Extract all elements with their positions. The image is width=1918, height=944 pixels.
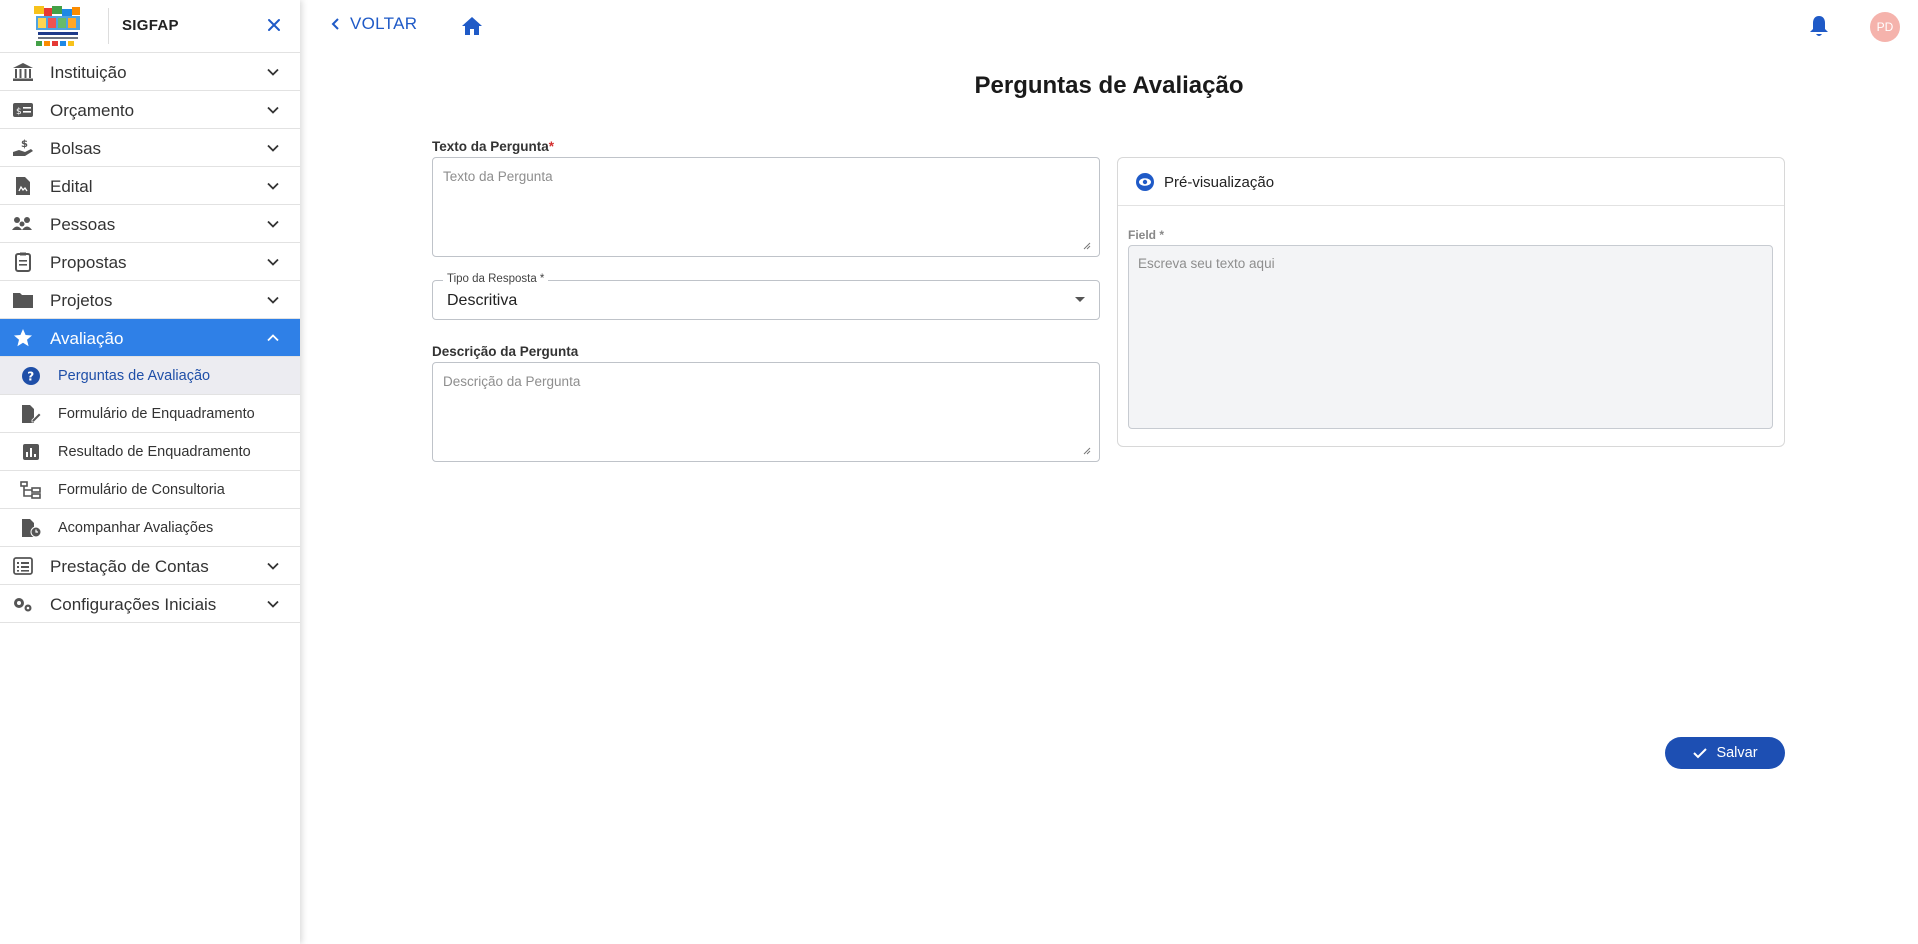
answer-type-label: Tipo da Resposta * bbox=[443, 273, 549, 285]
sidebar-item-propostas[interactable]: Propostas bbox=[0, 243, 300, 281]
svg-text:$: $ bbox=[21, 139, 28, 150]
proposal-icon bbox=[12, 252, 34, 272]
list-icon bbox=[12, 556, 34, 576]
sidebar-subitem-label: Acompanhar Avaliações bbox=[58, 520, 214, 536]
sidebar-item-bolsas[interactable]: $ Bolsas bbox=[0, 129, 300, 167]
scholarship-icon: $ bbox=[12, 138, 34, 158]
required-mark: * bbox=[548, 139, 555, 154]
sidebar-item-instituicao[interactable]: Instituição bbox=[0, 53, 300, 91]
folder-icon bbox=[12, 290, 34, 310]
sidebar-item-projetos[interactable]: Projetos bbox=[0, 281, 300, 319]
sidebar-item-avaliacao[interactable]: Avaliação bbox=[0, 319, 300, 357]
sidebar-subitem-formulario-enquadramento[interactable]: Formulário de Enquadramento bbox=[0, 395, 300, 433]
chevron-down-icon bbox=[267, 220, 279, 228]
sidebar-item-label: Bolsas bbox=[50, 139, 102, 158]
chevron-left-icon bbox=[331, 18, 339, 30]
sidebar-subitem-formulario-consultoria[interactable]: Formulário de Consultoria bbox=[0, 471, 300, 509]
bar-chart-icon bbox=[20, 442, 42, 462]
question-description-placeholder: Descrição da Pergunta bbox=[443, 374, 581, 389]
question-text-label: Texto da Pergunta* bbox=[432, 139, 554, 154]
chevron-down-icon bbox=[267, 258, 279, 266]
sidebar-item-orcamento[interactable]: $ Orçamento bbox=[0, 91, 300, 129]
sidebar-item-pessoas[interactable]: Pessoas bbox=[0, 205, 300, 243]
budget-icon: $ bbox=[12, 100, 34, 120]
question-description-input[interactable]: Descrição da Pergunta bbox=[432, 362, 1100, 462]
page-title: Perguntas de Avaliação bbox=[974, 72, 1244, 99]
gears-icon bbox=[12, 594, 34, 614]
chevron-down-icon bbox=[267, 182, 279, 190]
chevron-down-icon bbox=[267, 106, 279, 114]
file-edit-icon bbox=[20, 404, 42, 424]
sidebar-item-label: Pessoas bbox=[50, 215, 116, 234]
institution-icon bbox=[12, 62, 34, 82]
chevron-down-icon bbox=[267, 562, 279, 570]
sidebar-subitem-acompanhar-avaliacoes[interactable]: Acompanhar Avaliações bbox=[0, 509, 300, 547]
question-text-input[interactable]: Texto da Pergunta bbox=[432, 157, 1100, 257]
close-icon bbox=[268, 19, 280, 31]
sidebar-item-label: Projetos bbox=[50, 291, 113, 310]
sidebar-item-label: Configurações Iniciais bbox=[50, 595, 217, 614]
save-button[interactable]: Salvar bbox=[1665, 737, 1785, 769]
app-logo bbox=[30, 4, 84, 48]
question-description-label: Descrição da Pergunta bbox=[432, 344, 579, 359]
sidebar-item-label: Orçamento bbox=[50, 101, 135, 120]
close-sidebar-button[interactable] bbox=[264, 15, 284, 35]
resize-grip-icon[interactable] bbox=[1083, 242, 1091, 250]
resize-grip-icon[interactable] bbox=[1083, 447, 1091, 455]
preview-text-area[interactable]: Escreva seu texto aqui bbox=[1128, 245, 1773, 429]
question-text-placeholder: Texto da Pergunta bbox=[443, 169, 553, 184]
tree-icon bbox=[20, 480, 42, 500]
preview-header: Pré-visualização bbox=[1118, 158, 1784, 206]
preview-panel: Pré-visualização Field * Escreva seu tex… bbox=[1117, 157, 1785, 447]
svg-text:?: ? bbox=[27, 370, 34, 384]
sidebar-header: SIGFAP bbox=[0, 0, 300, 53]
sidebar: SIGFAP Instituição $ Orçamento $ Bolsas bbox=[0, 0, 300, 944]
answer-type-select[interactable]: Tipo da Resposta * Descritiva bbox=[432, 273, 1100, 320]
back-button-label: VOLTAR bbox=[350, 14, 418, 33]
preview-placeholder: Escreva seu texto aqui bbox=[1138, 256, 1275, 271]
eye-icon bbox=[1136, 173, 1154, 191]
chevron-down-icon bbox=[267, 144, 279, 152]
sidebar-subitem-label: Resultado de Enquadramento bbox=[58, 444, 251, 460]
sidebar-item-label: Instituição bbox=[50, 63, 127, 82]
sidebar-item-edital[interactable]: Edital bbox=[0, 167, 300, 205]
star-icon bbox=[12, 328, 34, 348]
chevron-down-icon bbox=[267, 600, 279, 608]
chevron-down-icon bbox=[267, 68, 279, 76]
back-button[interactable]: VOLTAR bbox=[330, 14, 417, 34]
question-icon: ? bbox=[20, 366, 42, 386]
file-clock-icon bbox=[20, 518, 42, 538]
sidebar-item-label: Edital bbox=[50, 177, 93, 196]
svg-text:$: $ bbox=[16, 107, 22, 117]
avatar[interactable]: PD bbox=[1870, 12, 1900, 42]
sidebar-subitem-label: Formulário de Enquadramento bbox=[58, 406, 255, 422]
top-bar: VOLTAR PD bbox=[300, 0, 1918, 52]
sidebar-item-label: Propostas bbox=[50, 253, 127, 272]
question-text-label-text: Texto da Pergunta bbox=[432, 139, 549, 154]
sidebar-subitem-label: Perguntas de Avaliação bbox=[58, 368, 211, 384]
save-button-label: Salvar bbox=[1716, 745, 1758, 761]
answer-type-value: Descritiva bbox=[447, 292, 518, 309]
sidebar-item-label: Avaliação bbox=[50, 329, 124, 348]
check-icon bbox=[1693, 748, 1708, 759]
sidebar-subitem-resultado-enquadramento[interactable]: Resultado de Enquadramento bbox=[0, 433, 300, 471]
chevron-down-icon bbox=[267, 296, 279, 304]
preview-title: Pré-visualização bbox=[1164, 174, 1275, 191]
app-title: SIGFAP bbox=[122, 17, 179, 34]
sidebar-item-label: Prestação de Contas bbox=[50, 557, 209, 576]
brand-divider bbox=[108, 8, 109, 44]
people-icon bbox=[12, 214, 34, 234]
home-icon[interactable] bbox=[460, 14, 484, 38]
sidebar-subitem-perguntas[interactable]: ? Perguntas de Avaliação bbox=[0, 357, 300, 395]
bell-icon[interactable] bbox=[1808, 14, 1830, 38]
dropdown-arrow-icon bbox=[1075, 297, 1085, 302]
chevron-up-icon bbox=[267, 334, 279, 342]
document-icon bbox=[12, 176, 34, 196]
sidebar-item-prestacao-contas[interactable]: Prestação de Contas bbox=[0, 547, 300, 585]
sidebar-item-configuracoes-iniciais[interactable]: Configurações Iniciais bbox=[0, 585, 300, 623]
sidebar-subitem-label: Formulário de Consultoria bbox=[58, 482, 225, 498]
preview-field-label: Field * bbox=[1128, 228, 1165, 242]
